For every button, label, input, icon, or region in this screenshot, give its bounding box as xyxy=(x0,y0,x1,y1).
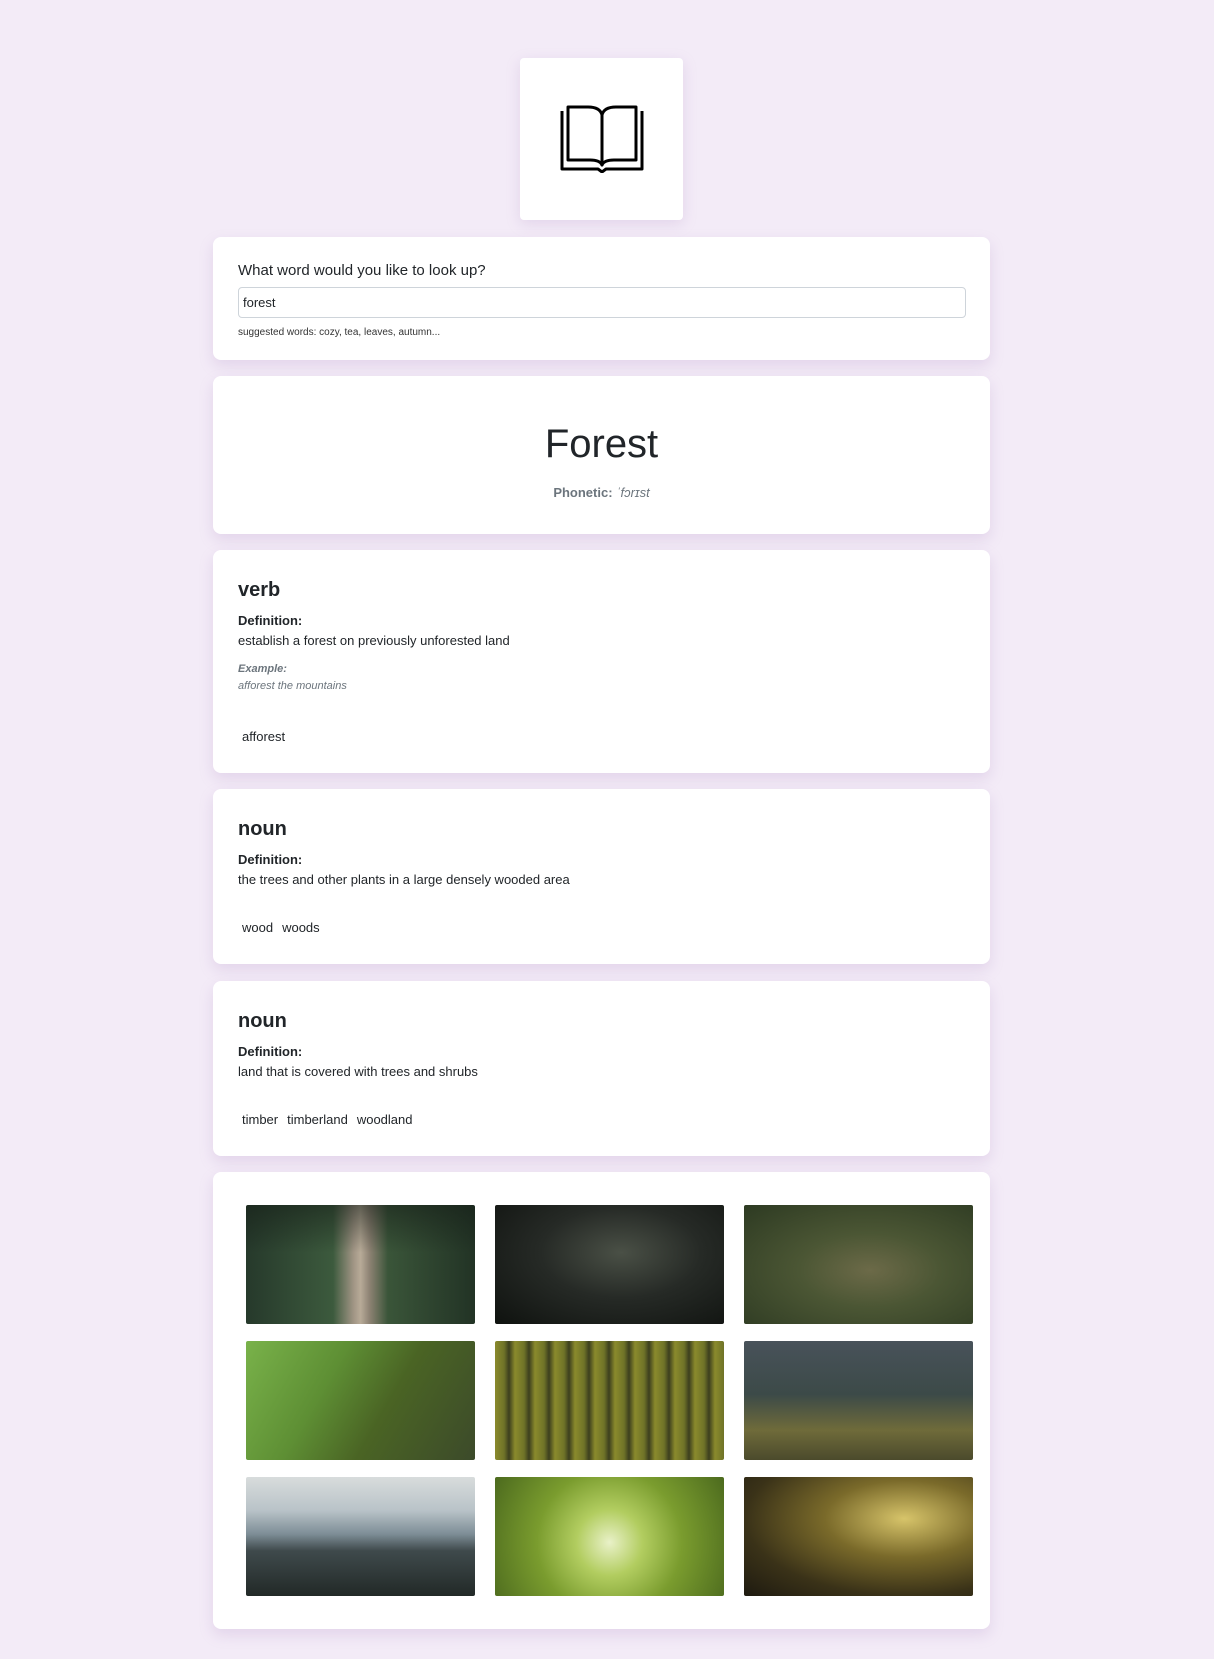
synonym[interactable]: woodland xyxy=(353,1112,417,1128)
canopy-from-below-photo[interactable] xyxy=(495,1477,724,1596)
word-title: Forest xyxy=(544,422,659,466)
logo xyxy=(520,58,683,220)
word-header-card: Forest Phonetic: ˈfɔrɪst xyxy=(213,376,990,534)
sunlit-forest-trunks-photo[interactable] xyxy=(744,1341,973,1460)
photos-card xyxy=(213,1172,990,1629)
definition-text: the trees and other plants in a large de… xyxy=(238,872,570,887)
golden-forest-light-photo[interactable] xyxy=(744,1477,973,1596)
search-question: What word would you like to look up? xyxy=(238,262,486,279)
dark-forest-photo[interactable] xyxy=(495,1205,724,1324)
part-of-speech: noun xyxy=(238,1010,287,1032)
search-input[interactable] xyxy=(238,287,966,318)
old-oak-tree-photo[interactable] xyxy=(744,1205,973,1324)
synonym[interactable]: wood xyxy=(238,920,277,936)
synonym[interactable]: timberland xyxy=(283,1112,352,1128)
synonym[interactable]: afforest xyxy=(238,729,289,745)
definition-text: land that is covered with trees and shru… xyxy=(238,1064,478,1079)
part-of-speech: verb xyxy=(238,579,281,601)
pine-treetops-aerial-photo[interactable] xyxy=(495,1341,724,1460)
meaning-card: noun Definition: the trees and other pla… xyxy=(213,789,990,964)
phonetic: Phonetic: ˈfɔrɪst xyxy=(213,485,990,500)
synonym-list: afforest xyxy=(238,729,290,745)
synonym[interactable]: woods xyxy=(278,920,324,936)
definition-label: Definition: xyxy=(238,1044,303,1059)
definition-text: establish a forest on previously unfores… xyxy=(238,633,510,648)
mossy-tree-roots-photo[interactable] xyxy=(246,1341,475,1460)
open-book-icon xyxy=(560,105,643,173)
synonym-list: wood woods xyxy=(238,920,325,936)
meaning-card: noun Definition: land that is covered wi… xyxy=(213,981,990,1156)
search-card: What word would you like to look up? sug… xyxy=(213,237,990,360)
synonym[interactable]: timber xyxy=(238,1112,282,1128)
phonetic-value: ˈfɔrɪst xyxy=(616,485,650,500)
synonym-list: timber timberland woodland xyxy=(238,1112,417,1128)
phonetic-label: Phonetic: xyxy=(553,485,613,500)
suggested-words-hint: suggested words: cozy, tea, leaves, autu… xyxy=(238,327,441,338)
forest-bridge-photo[interactable] xyxy=(246,1205,475,1324)
example-label: Example: xyxy=(238,663,287,675)
meaning-card: verb Definition: establish a forest on p… xyxy=(213,550,990,773)
definition-label: Definition: xyxy=(238,613,303,628)
definition-label: Definition: xyxy=(238,852,303,867)
misty-mountain-forest-photo[interactable] xyxy=(246,1477,475,1596)
part-of-speech: noun xyxy=(238,818,287,840)
example-text: afforest the mountains xyxy=(238,680,347,692)
